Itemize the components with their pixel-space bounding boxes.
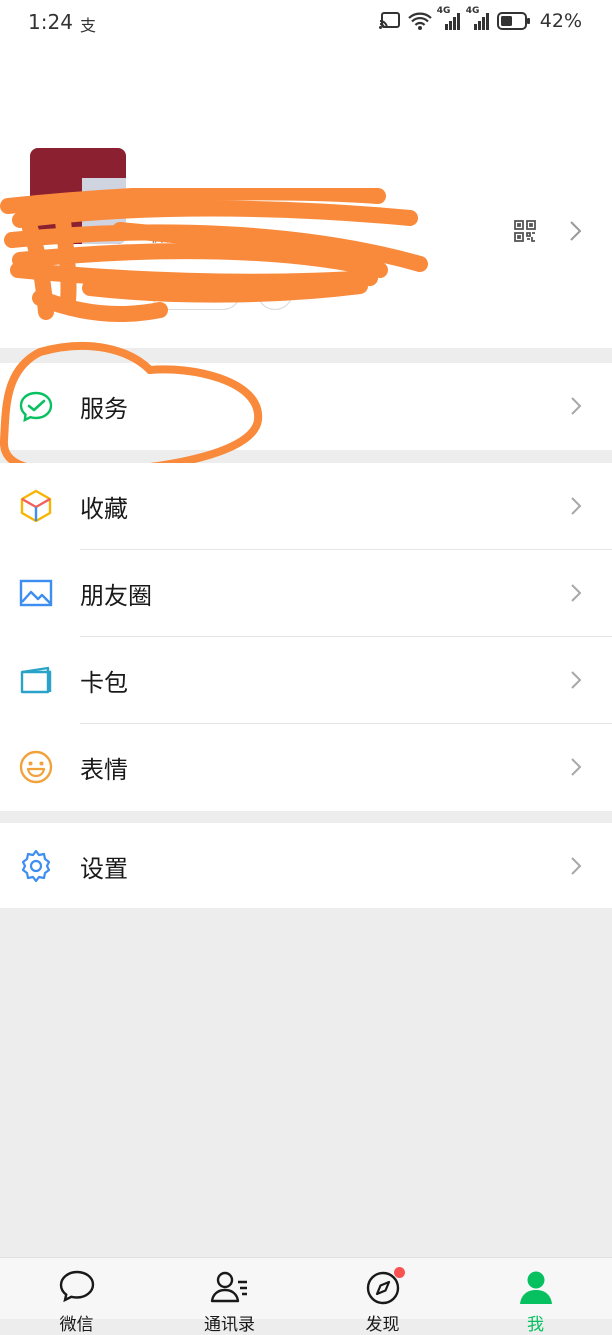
me-icon (518, 1270, 554, 1308)
signal-icon: 4G (466, 6, 490, 30)
chevron-right-icon (570, 856, 582, 880)
chevron-right-icon (570, 396, 582, 420)
battery-icon (496, 12, 531, 30)
status-time: 1:24 (28, 10, 73, 34)
plus-icon: + (164, 278, 186, 306)
features-group: 收藏 朋友圈 卡包 表情 (0, 463, 612, 811)
contacts-icon (210, 1270, 250, 1308)
menu-item-stickers[interactable]: 表情 (0, 724, 612, 811)
add-status-button[interactable]: + 状态 (151, 274, 241, 310)
menu-label-service: 服务 (80, 395, 128, 423)
menu-item-favorites[interactable]: 收藏 (0, 463, 612, 550)
battery-percent: 42% (539, 10, 582, 32)
service-icon (18, 388, 54, 424)
menu-label-settings: 设置 (80, 855, 128, 883)
profile-header[interactable]: 微 + 状态 (0, 48, 612, 348)
menu-item-cards[interactable]: 卡包 (0, 637, 612, 724)
nickname (150, 152, 160, 187)
tab-label-contacts: 通讯录 (204, 1315, 255, 1335)
notification-dot (394, 1267, 405, 1278)
network-type-label: 4G (465, 6, 480, 16)
settings-icon (18, 848, 54, 884)
avatar[interactable] (30, 148, 126, 244)
tab-label-chats: 微信 (59, 1315, 94, 1335)
chats-icon (59, 1270, 95, 1306)
cast-icon (378, 12, 401, 30)
stickers-icon (18, 749, 54, 785)
chevron-right-icon (570, 670, 582, 694)
cards-icon (18, 662, 54, 698)
chevron-right-icon (570, 583, 582, 607)
menu-item-settings[interactable]: 设置 (0, 823, 612, 908)
menu-label-stickers: 表情 (80, 756, 128, 784)
more-button[interactable] (257, 274, 293, 310)
tab-label-discover: 发现 (365, 1315, 400, 1335)
settings-group: 设置 (0, 823, 612, 908)
chevron-right-icon[interactable] (568, 220, 582, 246)
menu-item-moments[interactable]: 朋友圈 (0, 550, 612, 637)
wechat-id: 微 (150, 224, 170, 246)
menu-label-favorites: 收藏 (80, 495, 128, 523)
menu-label-moments: 朋友圈 (80, 582, 152, 610)
wifi-icon (408, 12, 432, 30)
status-bar: 1:24 支 4G 4G 42% (0, 0, 612, 48)
menu-label-cards: 卡包 (80, 669, 128, 697)
signal-icon: 4G (437, 6, 461, 30)
more-icon (265, 283, 285, 302)
network-type-label: 4G (436, 6, 451, 16)
tab-me[interactable]: 我 (459, 1258, 612, 1335)
menu-item-service[interactable]: 服务 (0, 363, 612, 450)
add-status-label: 状态 (189, 282, 228, 305)
bottom-tab-bar: 微信 通讯录 发现 我 (0, 1257, 612, 1335)
tab-contacts[interactable]: 通讯录 (153, 1258, 306, 1335)
chevron-right-icon (570, 496, 582, 520)
service-group: 服务 (0, 363, 612, 450)
qr-code-icon[interactable] (514, 220, 536, 246)
chevron-right-icon (570, 757, 582, 781)
favorites-icon (18, 488, 54, 524)
tab-discover[interactable]: 发现 (306, 1258, 459, 1335)
tab-chats[interactable]: 微信 (0, 1258, 153, 1335)
tab-label-me: 我 (527, 1315, 544, 1335)
alipay-notification-icon: 支 (80, 16, 97, 35)
moments-icon (18, 575, 54, 611)
status-icons: 4G 4G 42% (378, 6, 582, 32)
